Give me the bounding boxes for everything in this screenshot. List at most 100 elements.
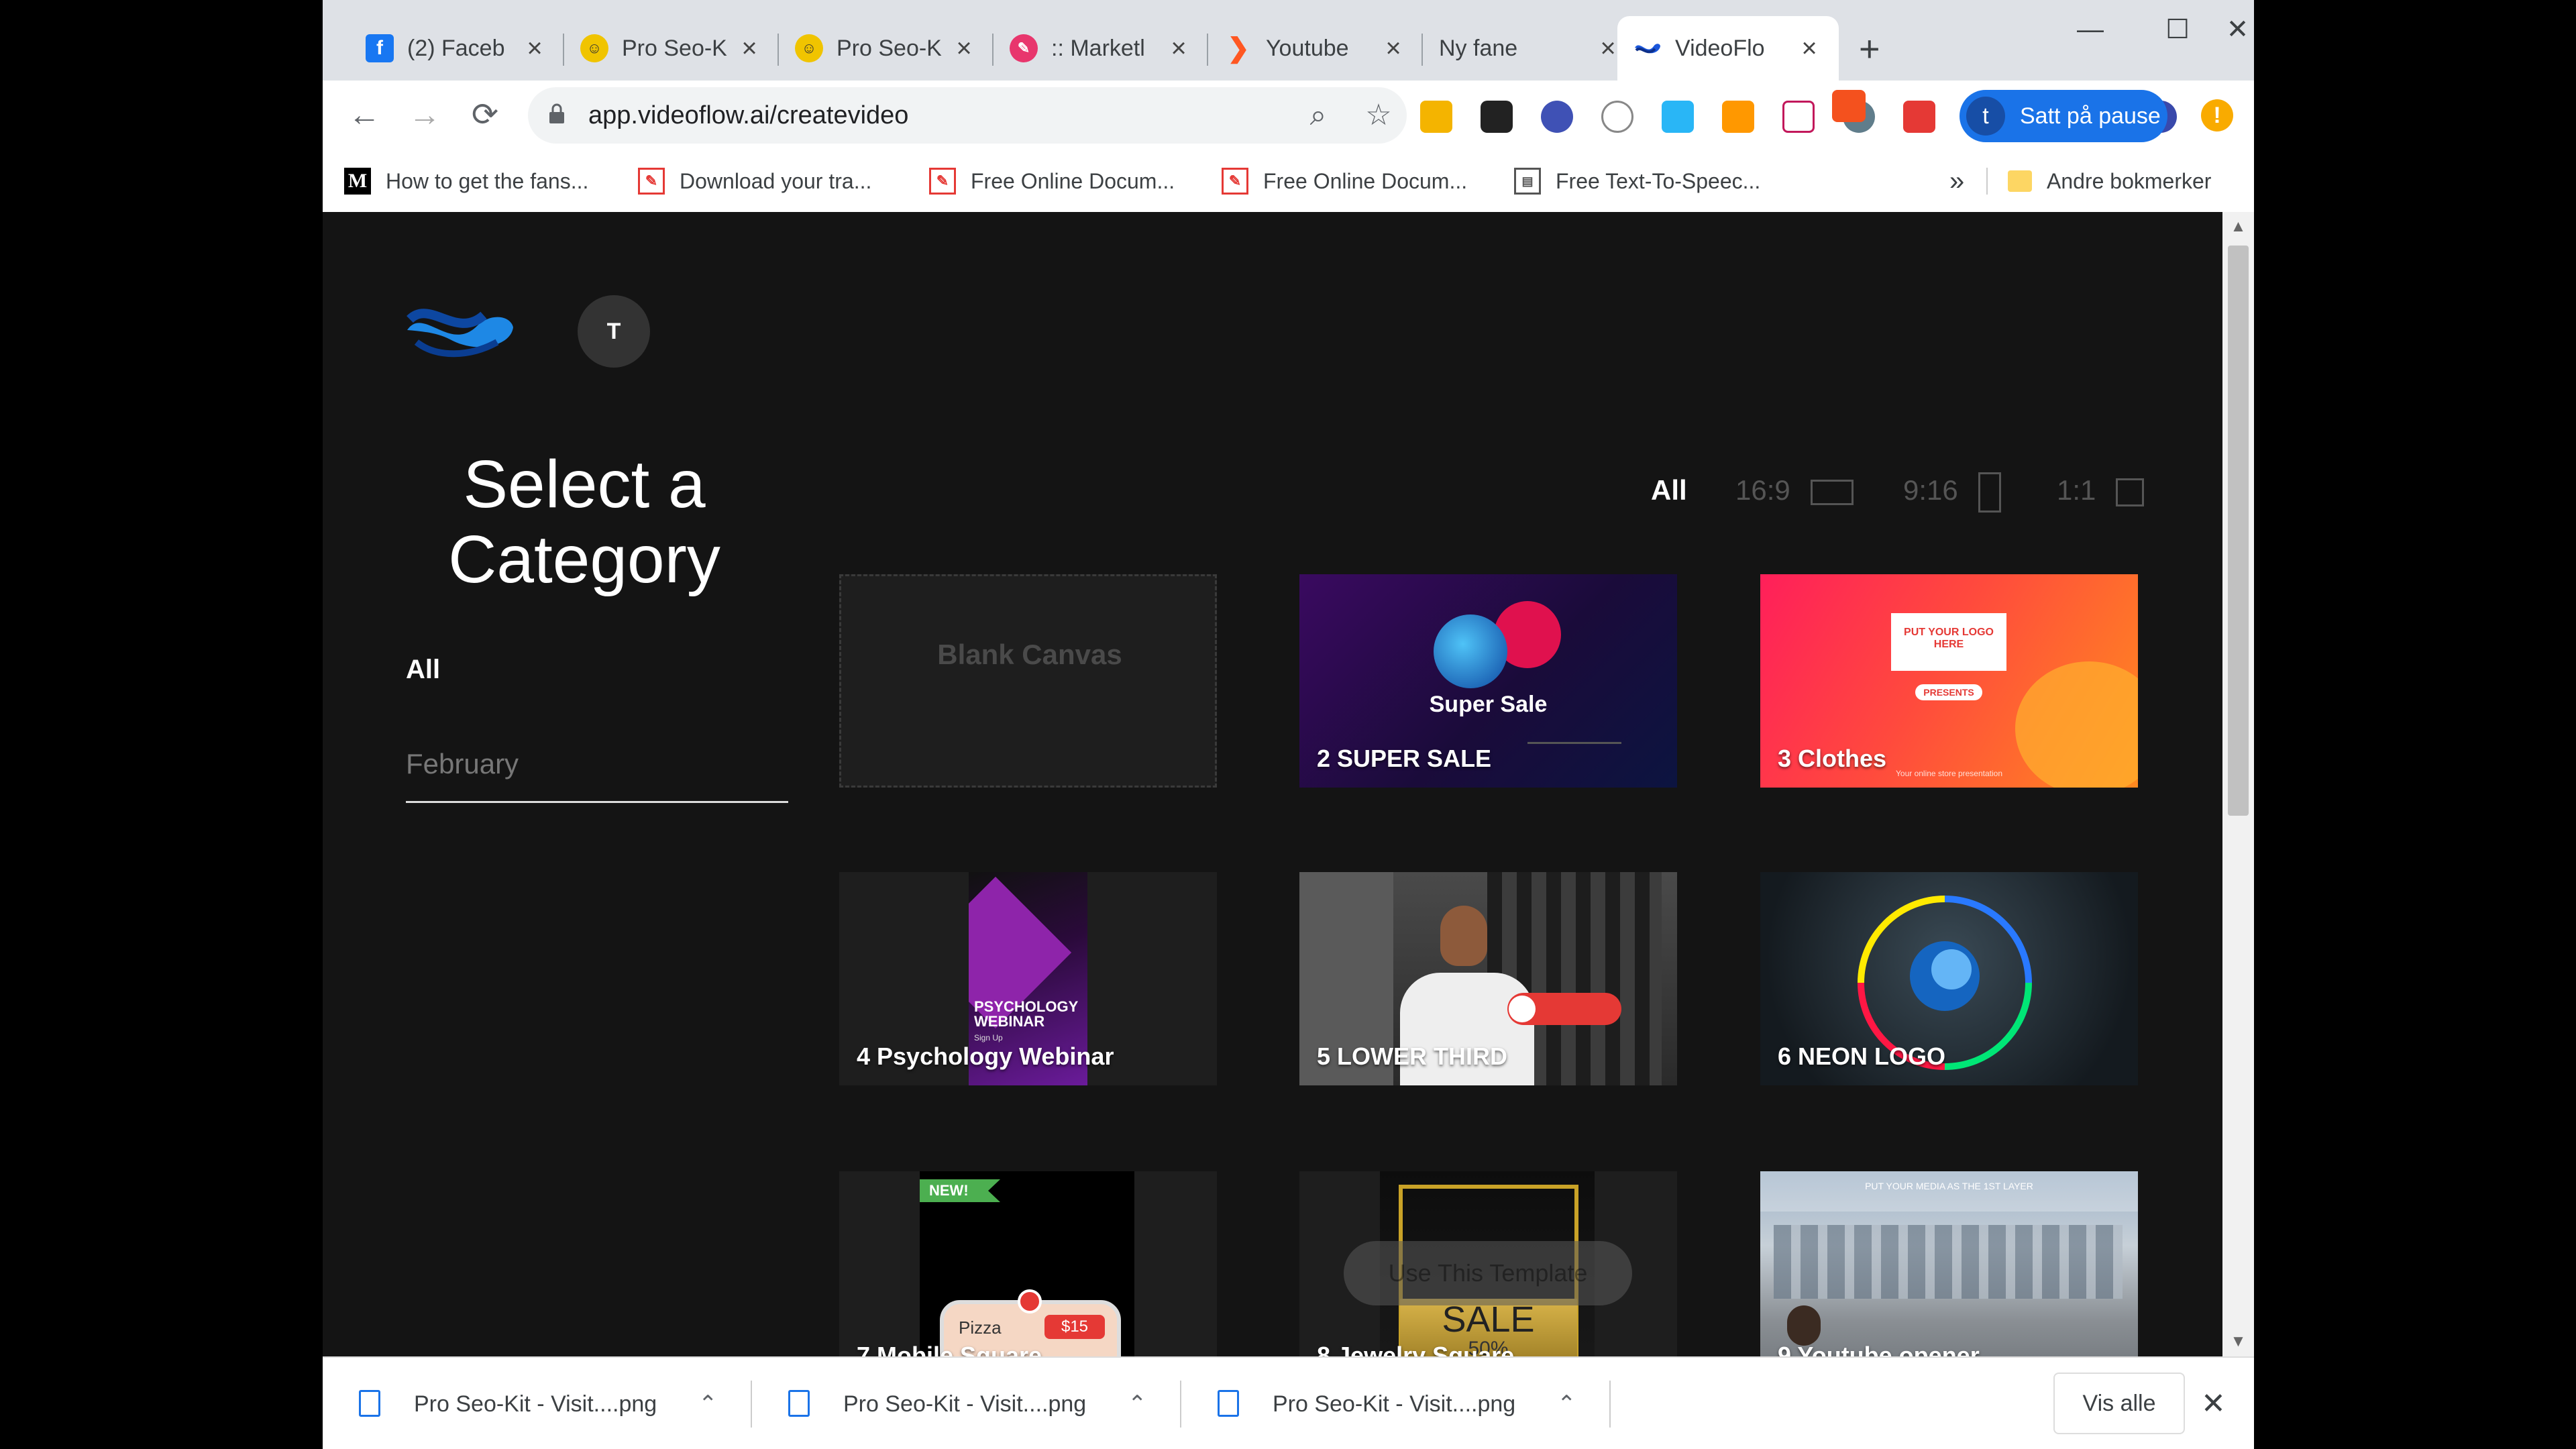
divider	[1986, 168, 1988, 195]
extension-share-icon[interactable]	[1903, 101, 1935, 133]
bookmark-item[interactable]: M How to get the fans...	[344, 150, 588, 212]
download-filename: Pro Seo-Kit - Visit....png	[843, 1391, 1087, 1417]
bookmark-item[interactable]: ✎ Download your tra...	[638, 150, 871, 212]
close-icon[interactable]: ×	[736, 34, 763, 64]
tab-pro-seo-1[interactable]: ☺ Pro Seo-K ×	[564, 16, 779, 80]
scroll-up-arrow[interactable]: ▲	[2222, 217, 2254, 236]
extension-cube-icon[interactable]	[1662, 101, 1694, 133]
tab-new-tab[interactable]: Ny fane ×	[1423, 16, 1638, 80]
chevron-up-icon[interactable]: ⌃	[1128, 1358, 1147, 1449]
template-card-neon-logo[interactable]: 6 NEON LOGO	[1760, 872, 2138, 1085]
landscape-icon	[1810, 479, 1854, 505]
category-all[interactable]: All	[406, 655, 440, 685]
show-all-downloads-button[interactable]: Vis alle	[2053, 1373, 2185, 1434]
forward-button[interactable]: →	[403, 94, 446, 137]
address-bar[interactable]: app.videoflow.ai/createvideo ⌕ ☆	[528, 87, 1407, 144]
tab-title: (2) Faceb	[407, 35, 505, 61]
url-text[interactable]: app.videoflow.ai/createvideo	[588, 87, 908, 144]
user-avatar[interactable]: T	[578, 295, 650, 368]
update-alert-icon[interactable]: !	[2201, 99, 2233, 131]
tab-youtube[interactable]: ❯ Youtube ×	[1208, 16, 1423, 80]
close-icon[interactable]: ×	[1165, 34, 1192, 64]
template-card-clothes[interactable]: PUT YOUR LOGO HERE PRESENTS Your online …	[1760, 574, 2138, 788]
template-card-lower-third[interactable]: 5 LOWER THIRD	[1299, 872, 1677, 1085]
profile-button[interactable]: t Satt på pause	[1960, 90, 2167, 142]
close-icon[interactable]: ×	[951, 34, 977, 64]
category-input[interactable]	[406, 727, 788, 801]
tab-title: :: Marketl	[1051, 35, 1145, 61]
close-shelf-button[interactable]: ✕	[2201, 1358, 2226, 1449]
chevron-up-icon[interactable]: ⌃	[698, 1358, 718, 1449]
minimize-button[interactable]: —	[2047, 0, 2134, 59]
tab-videoflow[interactable]: VideoFlo ×	[1617, 16, 1839, 80]
tab-title: Youtube	[1266, 35, 1349, 61]
filter-16-9[interactable]: 16:9	[1735, 467, 1854, 514]
bookmarks-more-button[interactable]: »	[1949, 150, 1964, 212]
extension-video-icon[interactable]	[1782, 101, 1815, 133]
medium-icon: M	[344, 168, 371, 195]
page-scrollbar[interactable]: ▲ ▼	[2222, 212, 2254, 1356]
pro-seo-kit-icon: ☺	[580, 34, 608, 62]
marketplace-icon: ✎	[1010, 34, 1038, 62]
extension-target-icon[interactable]	[1541, 101, 1573, 133]
reload-button[interactable]: ⟳	[464, 94, 506, 137]
videoflow-page: T Select a Category All All 16:9 9:16 1:…	[323, 212, 2222, 1356]
template-overlay-text: Super Sale	[1429, 692, 1548, 717]
file-icon	[359, 1390, 380, 1417]
template-card-super-sale[interactable]: Super Sale 2 SUPER SALE	[1299, 574, 1677, 788]
template-card-jewelry-square[interactable]: Use This Template SALE 50% 8 Jewelry Squ…	[1299, 1171, 1677, 1356]
filter-label: 9:16	[1903, 474, 1958, 506]
filter-1-1[interactable]: 1:1	[2057, 467, 2145, 514]
template-card-youtube-opener[interactable]: PUT YOUR MEDIA AS THE 1ST LAYER 9 Youtub…	[1760, 1171, 2138, 1356]
template-label: 9 Youtube opener	[1778, 1342, 1980, 1356]
filter-9-16[interactable]: 9:16	[1903, 467, 2001, 514]
close-icon[interactable]: ×	[1380, 34, 1407, 64]
close-icon[interactable]: ×	[521, 34, 548, 64]
download-item[interactable]: Pro Seo-Kit - Visit....png ⌃	[323, 1358, 752, 1449]
extension-q-icon[interactable]	[1481, 101, 1513, 133]
bookmark-label: How to get the fans...	[386, 168, 589, 193]
logo-placeholder: PUT YOUR LOGO HERE	[1891, 613, 2006, 671]
bookmark-star-icon[interactable]: ☆	[1360, 97, 1397, 134]
filter-all[interactable]: All	[1651, 467, 1687, 514]
bookmark-item[interactable]: ✎ Free Online Docum...	[1222, 150, 1467, 212]
bookmark-item[interactable]: ▤ Free Text-To-Speec...	[1514, 150, 1760, 212]
bookmark-label: Free Online Docum...	[1263, 168, 1468, 193]
category-search[interactable]	[406, 727, 788, 803]
page-title: Select a Category	[448, 447, 720, 597]
template-card-mobile-square[interactable]: NEW! Pizza $15 7 Mobile Square	[839, 1171, 1217, 1356]
download-item[interactable]: Pro Seo-Kit - Visit....png ⌃	[1181, 1358, 1611, 1449]
back-button[interactable]: ←	[343, 94, 386, 137]
template-card-psychology-webinar[interactable]: PSYCHOLOGY WEBINAR Sign Up 4 Psychology …	[839, 872, 1217, 1085]
menu-item-name: Pizza	[959, 1318, 1002, 1338]
tab-title: VideoFlo	[1675, 35, 1765, 61]
tab-pro-seo-2[interactable]: ☺ Pro Seo-K ×	[779, 16, 994, 80]
lock-icon	[549, 103, 564, 123]
facebook-icon: f	[366, 34, 394, 62]
extension-eyedropper-icon[interactable]	[1420, 101, 1452, 133]
maximize-button[interactable]: ☐	[2134, 0, 2221, 59]
scroll-down-arrow[interactable]: ▼	[2222, 1332, 2254, 1351]
other-bookmarks[interactable]: Andre bokmerker	[2008, 150, 2211, 212]
extension-bh-icon[interactable]	[1832, 90, 1866, 122]
use-template-button[interactable]: Use This Template	[1344, 1241, 1632, 1305]
close-window-button[interactable]: ✕	[2221, 0, 2254, 59]
browser-window: f (2) Faceb × ☺ Pro Seo-K × ☺ Pro Seo-K …	[323, 0, 2254, 1449]
videoflow-logo[interactable]	[403, 292, 517, 366]
tab-title: Ny fane	[1439, 35, 1518, 61]
zoom-icon[interactable]: ⌕	[1299, 97, 1337, 134]
blank-canvas-card[interactable]: Blank Canvas	[839, 574, 1217, 788]
tab-marketplace[interactable]: ✎ :: Marketl ×	[994, 16, 1208, 80]
chevron-up-icon[interactable]: ⌃	[1557, 1358, 1576, 1449]
new-tab-button[interactable]: +	[1859, 28, 1880, 70]
close-icon[interactable]: ×	[1796, 34, 1823, 64]
scrollbar-thumb[interactable]	[2228, 246, 2249, 816]
bookmark-item[interactable]: ✎ Free Online Docum...	[929, 150, 1175, 212]
tab-strip: f (2) Faceb × ☺ Pro Seo-K × ☺ Pro Seo-K …	[323, 0, 2254, 80]
tab-facebook[interactable]: f (2) Faceb ×	[350, 16, 564, 80]
download-item[interactable]: Pro Seo-Kit - Visit....png ⌃	[752, 1358, 1181, 1449]
document-icon: ✎	[638, 168, 665, 195]
extension-pen-icon[interactable]	[1601, 101, 1633, 133]
folder-icon	[2008, 170, 2032, 192]
extension-image-icon[interactable]	[1722, 101, 1754, 133]
